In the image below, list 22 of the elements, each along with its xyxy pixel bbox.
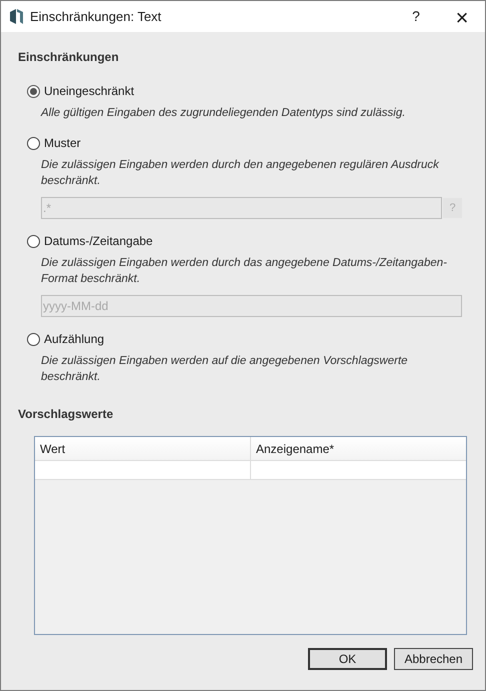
radio-button[interactable] bbox=[27, 84, 40, 98]
radio-button[interactable] bbox=[27, 332, 40, 346]
radio-button[interactable] bbox=[27, 136, 40, 150]
option-description: Alle gültigen Eingaben des zugrundeliegenden Datentyps sind zulässig. bbox=[41, 106, 406, 121]
section-heading: Vorschlagswerte bbox=[18, 406, 114, 423]
option-description: Die zulässigen Eingaben werden durch den angegebenen regulären Ausdruck beschränkt. bbox=[41, 158, 440, 189]
radio-option[interactable]: Muster bbox=[27, 135, 468, 151]
app-logo-icon bbox=[10, 9, 23, 24]
radio-option[interactable]: Datums-/Zeitangabe bbox=[27, 233, 468, 249]
column-header[interactable]: Wert bbox=[35, 437, 251, 460]
radio-button[interactable] bbox=[27, 234, 40, 248]
radio-option[interactable]: Uneingeschränkt bbox=[27, 83, 468, 99]
section-heading: Einschränkungen bbox=[18, 49, 120, 66]
column-header[interactable]: Anzeigename* bbox=[251, 437, 466, 460]
dialog-button[interactable]: Abbrechen bbox=[394, 648, 473, 670]
help-button[interactable]: ? bbox=[393, 1, 439, 32]
radio-option[interactable]: Aufzählung bbox=[27, 331, 468, 347]
option-description: Die zulässigen Eingaben werden auf die angegebenen Vorschlagswerte beschränkt. bbox=[41, 354, 409, 385]
dialog-button[interactable]: OK bbox=[308, 648, 387, 670]
option-description: Die zulässigen Eingaben werden durch das angegebene Datums-/Zeitangaben-Format beschränkt. bbox=[41, 256, 448, 287]
window-title: Einschränkungen: Text bbox=[30, 8, 162, 26]
close-button[interactable]: × bbox=[439, 1, 485, 32]
